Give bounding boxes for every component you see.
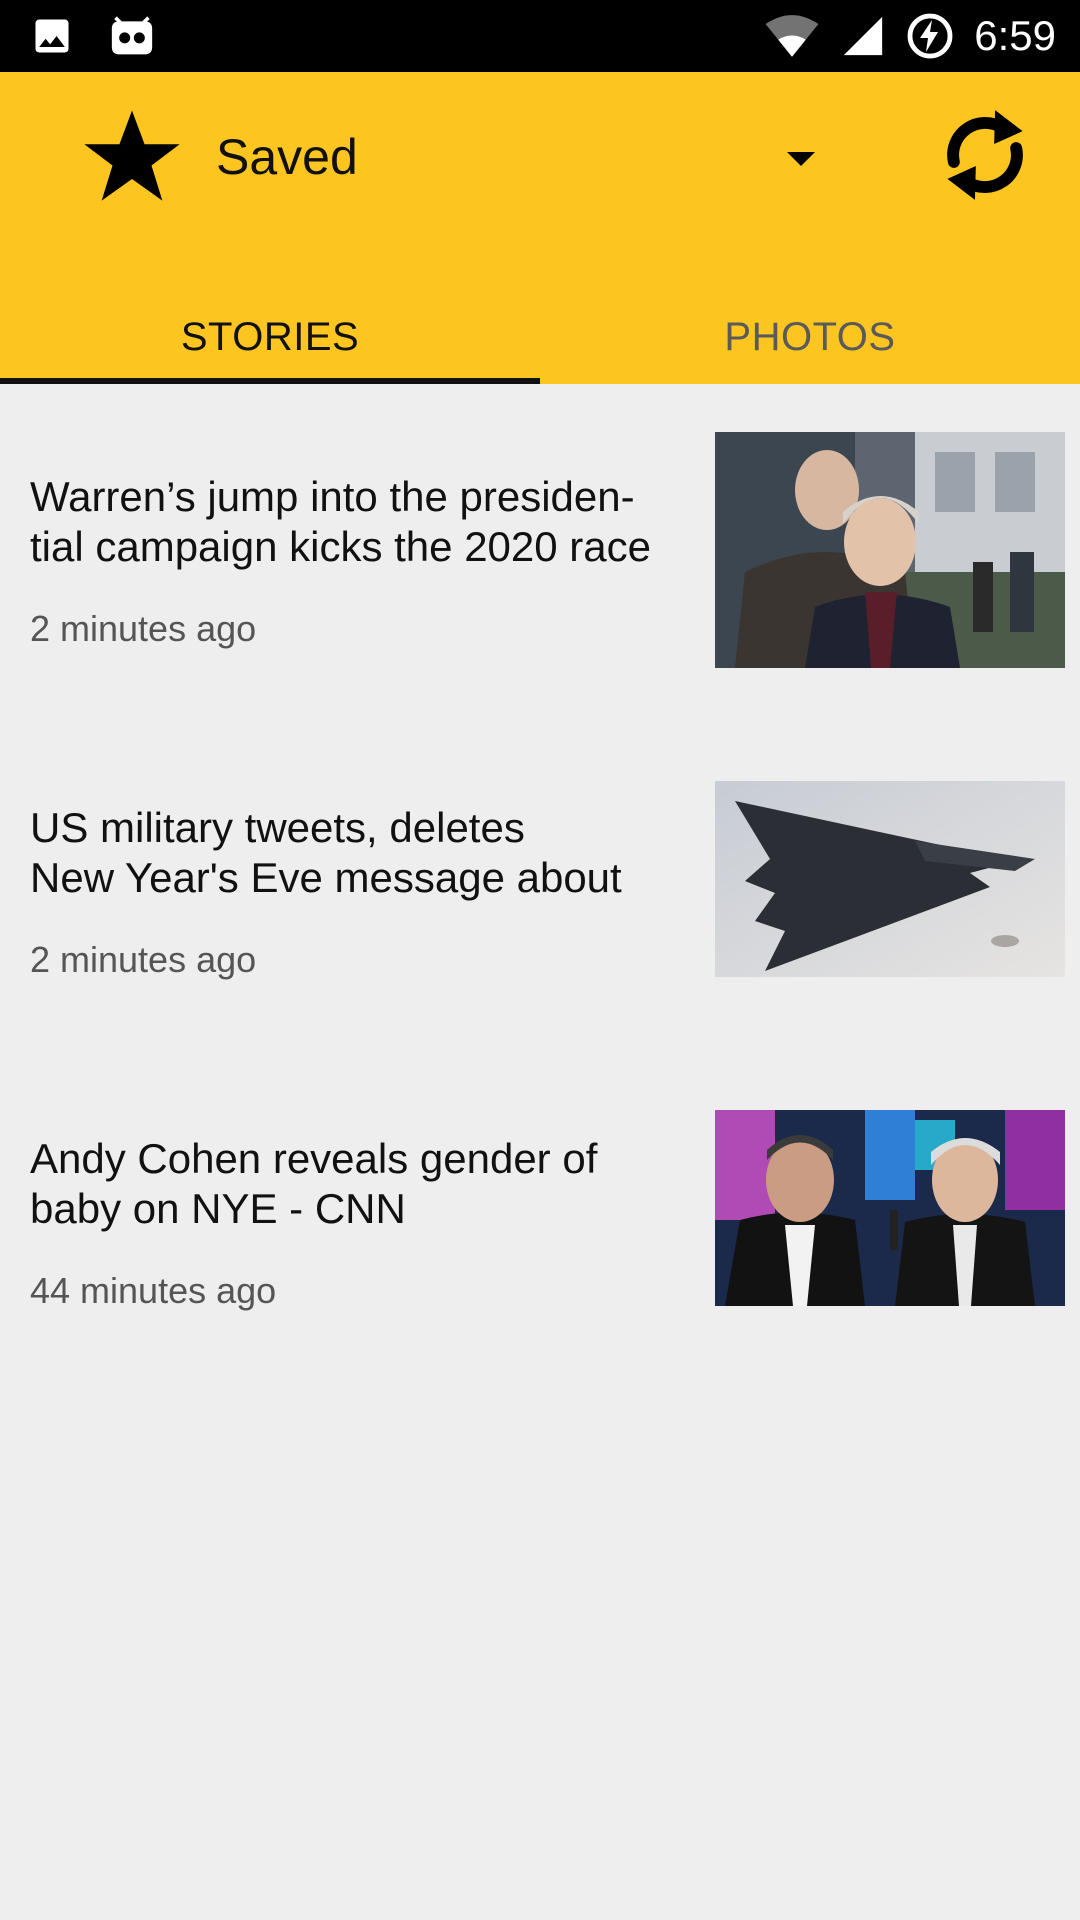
story-headline: Warren’s jump into the presiden- tial ca… bbox=[30, 473, 651, 570]
tab-indicator bbox=[0, 378, 540, 384]
story-item[interactable]: Warren’s jump into the presiden- tial ca… bbox=[0, 420, 1080, 670]
story-thumbnail bbox=[715, 1110, 1065, 1306]
image-icon bbox=[30, 14, 74, 58]
chevron-down-icon[interactable] bbox=[783, 146, 819, 170]
story-thumbnail bbox=[715, 781, 1065, 977]
story-timestamp: 2 minutes ago bbox=[30, 939, 257, 980]
story-item[interactable]: US military tweets, deletes New Year's E… bbox=[0, 751, 1080, 1001]
status-time: 6:59 bbox=[974, 12, 1056, 59]
app-bar: Saved STORIES PHOTOS bbox=[0, 72, 1080, 384]
status-bar: 6:59 bbox=[0, 0, 1080, 72]
battery-charging-icon bbox=[906, 12, 954, 60]
tab-photos[interactable]: PHOTOS bbox=[540, 290, 1080, 384]
story-thumbnail bbox=[715, 432, 1065, 668]
robot-icon bbox=[108, 14, 156, 58]
story-timestamp: 2 minutes ago bbox=[30, 608, 257, 649]
wifi-icon bbox=[764, 13, 820, 59]
signal-icon bbox=[840, 13, 886, 59]
story-timestamp: 44 minutes ago bbox=[30, 1270, 277, 1311]
story-item[interactable]: Andy Cohen reveals gender of baby on NYE… bbox=[0, 1082, 1080, 1332]
star-icon bbox=[80, 104, 184, 208]
page-title[interactable]: Saved bbox=[216, 128, 358, 186]
tab-stories[interactable]: STORIES bbox=[0, 290, 540, 384]
story-headline: Andy Cohen reveals gender of baby on NYE… bbox=[30, 1135, 598, 1232]
refresh-icon[interactable] bbox=[930, 100, 1040, 210]
story-headline: US military tweets, deletes New Year's E… bbox=[30, 804, 622, 901]
